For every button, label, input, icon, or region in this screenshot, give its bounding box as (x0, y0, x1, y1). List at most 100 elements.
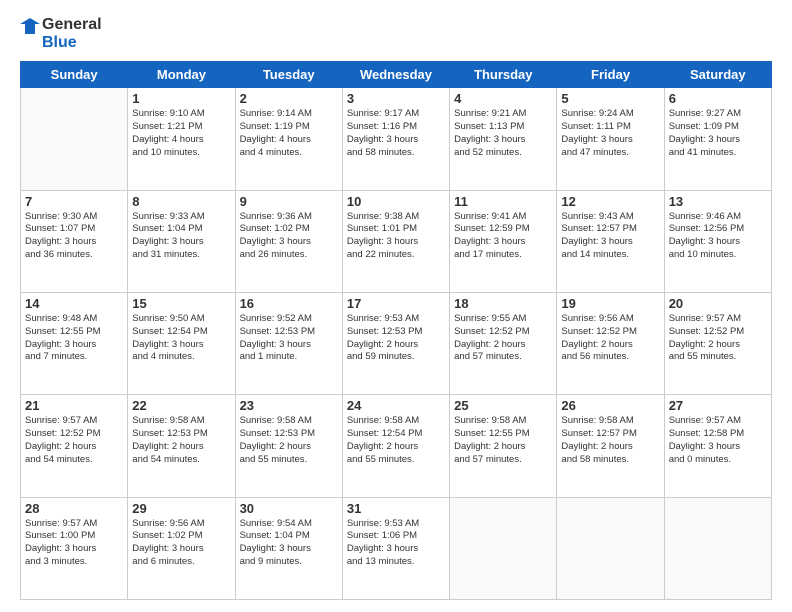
day-info: Sunrise: 9:27 AM Sunset: 1:09 PM Dayligh… (669, 108, 767, 159)
calendar-cell: 12 Sunrise: 9:43 AM Sunset: 12:57 PM Dayl… (557, 190, 664, 292)
day-number: 4 (454, 91, 552, 106)
calendar-table: SundayMondayTuesdayWednesdayThursdayFrid… (20, 61, 772, 600)
weekday-header-tuesday: Tuesday (235, 62, 342, 88)
day-number: 7 (25, 194, 123, 209)
day-info: Sunrise: 9:38 AM Sunset: 1:01 PM Dayligh… (347, 211, 445, 262)
day-info: Sunrise: 9:54 AM Sunset: 1:04 PM Dayligh… (240, 518, 338, 569)
day-info: Sunrise: 9:52 AM Sunset: 12:53 PM Daylig… (240, 313, 338, 364)
calendar-cell: 11 Sunrise: 9:41 AM Sunset: 12:59 PM Dayl… (450, 190, 557, 292)
calendar-cell: 14 Sunrise: 9:48 AM Sunset: 12:55 PM Dayl… (21, 292, 128, 394)
logo-general: General (42, 16, 102, 34)
day-number: 31 (347, 501, 445, 516)
calendar-cell: 7 Sunrise: 9:30 AM Sunset: 1:07 PM Daylig… (21, 190, 128, 292)
calendar-cell: 1 Sunrise: 9:10 AM Sunset: 1:21 PM Daylig… (128, 88, 235, 190)
day-number: 9 (240, 194, 338, 209)
logo-blue: Blue (42, 34, 102, 52)
weekday-header-monday: Monday (128, 62, 235, 88)
day-info: Sunrise: 9:58 AM Sunset: 12:53 PM Daylig… (132, 415, 230, 466)
day-info: Sunrise: 9:41 AM Sunset: 12:59 PM Daylig… (454, 211, 552, 262)
day-info: Sunrise: 9:53 AM Sunset: 12:53 PM Daylig… (347, 313, 445, 364)
day-info: Sunrise: 9:10 AM Sunset: 1:21 PM Dayligh… (132, 108, 230, 159)
day-info: Sunrise: 9:46 AM Sunset: 12:56 PM Daylig… (669, 211, 767, 262)
weekday-header-wednesday: Wednesday (342, 62, 449, 88)
day-info: Sunrise: 9:24 AM Sunset: 1:11 PM Dayligh… (561, 108, 659, 159)
day-info: Sunrise: 9:58 AM Sunset: 12:54 PM Daylig… (347, 415, 445, 466)
calendar-week-3: 14 Sunrise: 9:48 AM Sunset: 12:55 PM Dayl… (21, 292, 772, 394)
day-number: 17 (347, 296, 445, 311)
calendar-cell: 5 Sunrise: 9:24 AM Sunset: 1:11 PM Daylig… (557, 88, 664, 190)
calendar-cell: 25Sunrise: 9:58 AM Sunset: 12:55 PM Dayl… (450, 395, 557, 497)
day-info: Sunrise: 9:57 AM Sunset: 1:00 PM Dayligh… (25, 518, 123, 569)
weekday-header-sunday: Sunday (21, 62, 128, 88)
calendar-cell: 2 Sunrise: 9:14 AM Sunset: 1:19 PM Daylig… (235, 88, 342, 190)
day-number: 30 (240, 501, 338, 516)
day-number: 2 (240, 91, 338, 106)
calendar-cell: 19 Sunrise: 9:56 AM Sunset: 12:52 PM Dayl… (557, 292, 664, 394)
calendar-cell: 30 Sunrise: 9:54 AM Sunset: 1:04 PM Dayli… (235, 497, 342, 599)
logo-bird-icon (20, 16, 40, 36)
day-number: 19 (561, 296, 659, 311)
logo: General Blue (20, 16, 102, 51)
day-number: 23 (240, 398, 338, 413)
weekday-header-thursday: Thursday (450, 62, 557, 88)
day-number: 11 (454, 194, 552, 209)
day-info: Sunrise: 9:57 AM Sunset: 12:52 PM Daylig… (25, 415, 123, 466)
day-number: 1 (132, 91, 230, 106)
calendar-header-row: SundayMondayTuesdayWednesdayThursdayFrid… (21, 62, 772, 88)
calendar-cell: 9 Sunrise: 9:36 AM Sunset: 1:02 PM Daylig… (235, 190, 342, 292)
day-number: 5 (561, 91, 659, 106)
day-info: Sunrise: 9:48 AM Sunset: 12:55 PM Daylig… (25, 313, 123, 364)
day-info: Sunrise: 9:55 AM Sunset: 12:52 PM Daylig… (454, 313, 552, 364)
day-number: 20 (669, 296, 767, 311)
day-number: 27 (669, 398, 767, 413)
calendar-cell: 31 Sunrise: 9:53 AM Sunset: 1:06 PM Dayli… (342, 497, 449, 599)
calendar-cell (664, 497, 771, 599)
day-number: 14 (25, 296, 123, 311)
day-number: 25 (454, 398, 552, 413)
day-number: 22 (132, 398, 230, 413)
day-number: 15 (132, 296, 230, 311)
calendar-week-5: 28 Sunrise: 9:57 AM Sunset: 1:00 PM Dayli… (21, 497, 772, 599)
day-info: Sunrise: 9:53 AM Sunset: 1:06 PM Dayligh… (347, 518, 445, 569)
calendar-week-4: 21Sunrise: 9:57 AM Sunset: 12:52 PM Dayl… (21, 395, 772, 497)
day-info: Sunrise: 9:30 AM Sunset: 1:07 PM Dayligh… (25, 211, 123, 262)
day-number: 28 (25, 501, 123, 516)
calendar-cell: 17 Sunrise: 9:53 AM Sunset: 12:53 PM Dayl… (342, 292, 449, 394)
calendar-cell (557, 497, 664, 599)
day-info: Sunrise: 9:36 AM Sunset: 1:02 PM Dayligh… (240, 211, 338, 262)
calendar-cell: 18 Sunrise: 9:55 AM Sunset: 12:52 PM Dayl… (450, 292, 557, 394)
calendar-cell: 6Sunrise: 9:27 AM Sunset: 1:09 PM Daylig… (664, 88, 771, 190)
calendar-cell: 3 Sunrise: 9:17 AM Sunset: 1:16 PM Daylig… (342, 88, 449, 190)
calendar-cell: 15 Sunrise: 9:50 AM Sunset: 12:54 PM Dayl… (128, 292, 235, 394)
day-number: 10 (347, 194, 445, 209)
calendar-week-2: 7 Sunrise: 9:30 AM Sunset: 1:07 PM Daylig… (21, 190, 772, 292)
day-number: 8 (132, 194, 230, 209)
calendar-cell (450, 497, 557, 599)
day-number: 18 (454, 296, 552, 311)
calendar-cell: 28 Sunrise: 9:57 AM Sunset: 1:00 PM Dayli… (21, 497, 128, 599)
calendar-cell: 4Sunrise: 9:21 AM Sunset: 1:13 PM Daylig… (450, 88, 557, 190)
day-info: Sunrise: 9:58 AM Sunset: 12:57 PM Daylig… (561, 415, 659, 466)
day-number: 12 (561, 194, 659, 209)
day-info: Sunrise: 9:56 AM Sunset: 12:52 PM Daylig… (561, 313, 659, 364)
day-info: Sunrise: 9:57 AM Sunset: 12:52 PM Daylig… (669, 313, 767, 364)
calendar-cell: 29Sunrise: 9:56 AM Sunset: 1:02 PM Dayli… (128, 497, 235, 599)
day-info: Sunrise: 9:17 AM Sunset: 1:16 PM Dayligh… (347, 108, 445, 159)
weekday-header-friday: Friday (557, 62, 664, 88)
day-info: Sunrise: 9:50 AM Sunset: 12:54 PM Daylig… (132, 313, 230, 364)
calendar-cell: 10 Sunrise: 9:38 AM Sunset: 1:01 PM Dayli… (342, 190, 449, 292)
calendar-cell: 8Sunrise: 9:33 AM Sunset: 1:04 PM Daylig… (128, 190, 235, 292)
calendar-cell: 13 Sunrise: 9:46 AM Sunset: 12:56 PM Dayl… (664, 190, 771, 292)
day-number: 3 (347, 91, 445, 106)
day-info: Sunrise: 9:14 AM Sunset: 1:19 PM Dayligh… (240, 108, 338, 159)
calendar-cell: 23Sunrise: 9:58 AM Sunset: 12:53 PM Dayl… (235, 395, 342, 497)
day-number: 26 (561, 398, 659, 413)
calendar-cell: 22 Sunrise: 9:58 AM Sunset: 12:53 PM Dayl… (128, 395, 235, 497)
day-info: Sunrise: 9:43 AM Sunset: 12:57 PM Daylig… (561, 211, 659, 262)
calendar-cell: 27Sunrise: 9:57 AM Sunset: 12:58 PM Dayl… (664, 395, 771, 497)
day-number: 13 (669, 194, 767, 209)
calendar-cell: 21Sunrise: 9:57 AM Sunset: 12:52 PM Dayl… (21, 395, 128, 497)
day-number: 29 (132, 501, 230, 516)
calendar-cell: 16Sunrise: 9:52 AM Sunset: 12:53 PM Dayl… (235, 292, 342, 394)
calendar-week-1: 1 Sunrise: 9:10 AM Sunset: 1:21 PM Daylig… (21, 88, 772, 190)
